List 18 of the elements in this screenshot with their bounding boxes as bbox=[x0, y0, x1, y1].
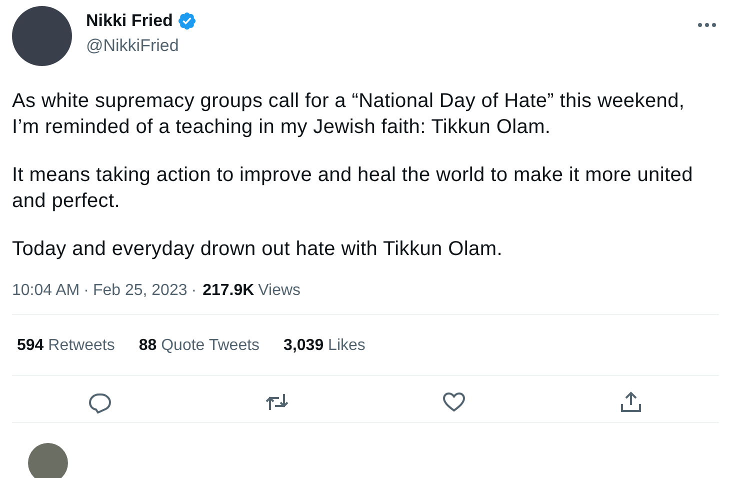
separator-dot: · bbox=[84, 282, 89, 300]
separator-dot: · bbox=[191, 282, 197, 300]
more-options-icon[interactable] bbox=[697, 22, 717, 28]
share-icon[interactable] bbox=[618, 390, 643, 414]
tweet-paragraph: As white supremacy groups call for a “National Day of Hate” this weekend, I’m reminded of a teaching in my Jewish faith: Tikkun Olam. bbox=[12, 89, 686, 140]
author-name[interactable]: Nikki Fried bbox=[86, 11, 173, 31]
avatar-photo-placeholder[interactable] bbox=[28, 443, 68, 478]
engagement-stat-link[interactable]: 88 Quote Tweets bbox=[138, 337, 260, 355]
views-count: 217.9K bbox=[202, 282, 254, 300]
engagement-stat-link[interactable]: 594 Retweets bbox=[17, 337, 115, 355]
tweet-time[interactable]: 10:04 AM bbox=[12, 282, 80, 300]
heart-icon[interactable] bbox=[442, 390, 466, 414]
engagement-stat-link[interactable]: 3,039 Likes bbox=[284, 337, 366, 355]
author-handle[interactable]: @NikkiFried bbox=[86, 36, 197, 56]
tweet-date[interactable]: Feb 25, 2023 bbox=[92, 282, 188, 300]
tweet-paragraph: It means taking action to improve and heal the world to make it more united and perfect. bbox=[12, 163, 694, 214]
views-label: Views bbox=[258, 282, 301, 300]
tweet-paragraph: Today and everyday drown out hate with Tikkun Olam. bbox=[12, 237, 504, 262]
